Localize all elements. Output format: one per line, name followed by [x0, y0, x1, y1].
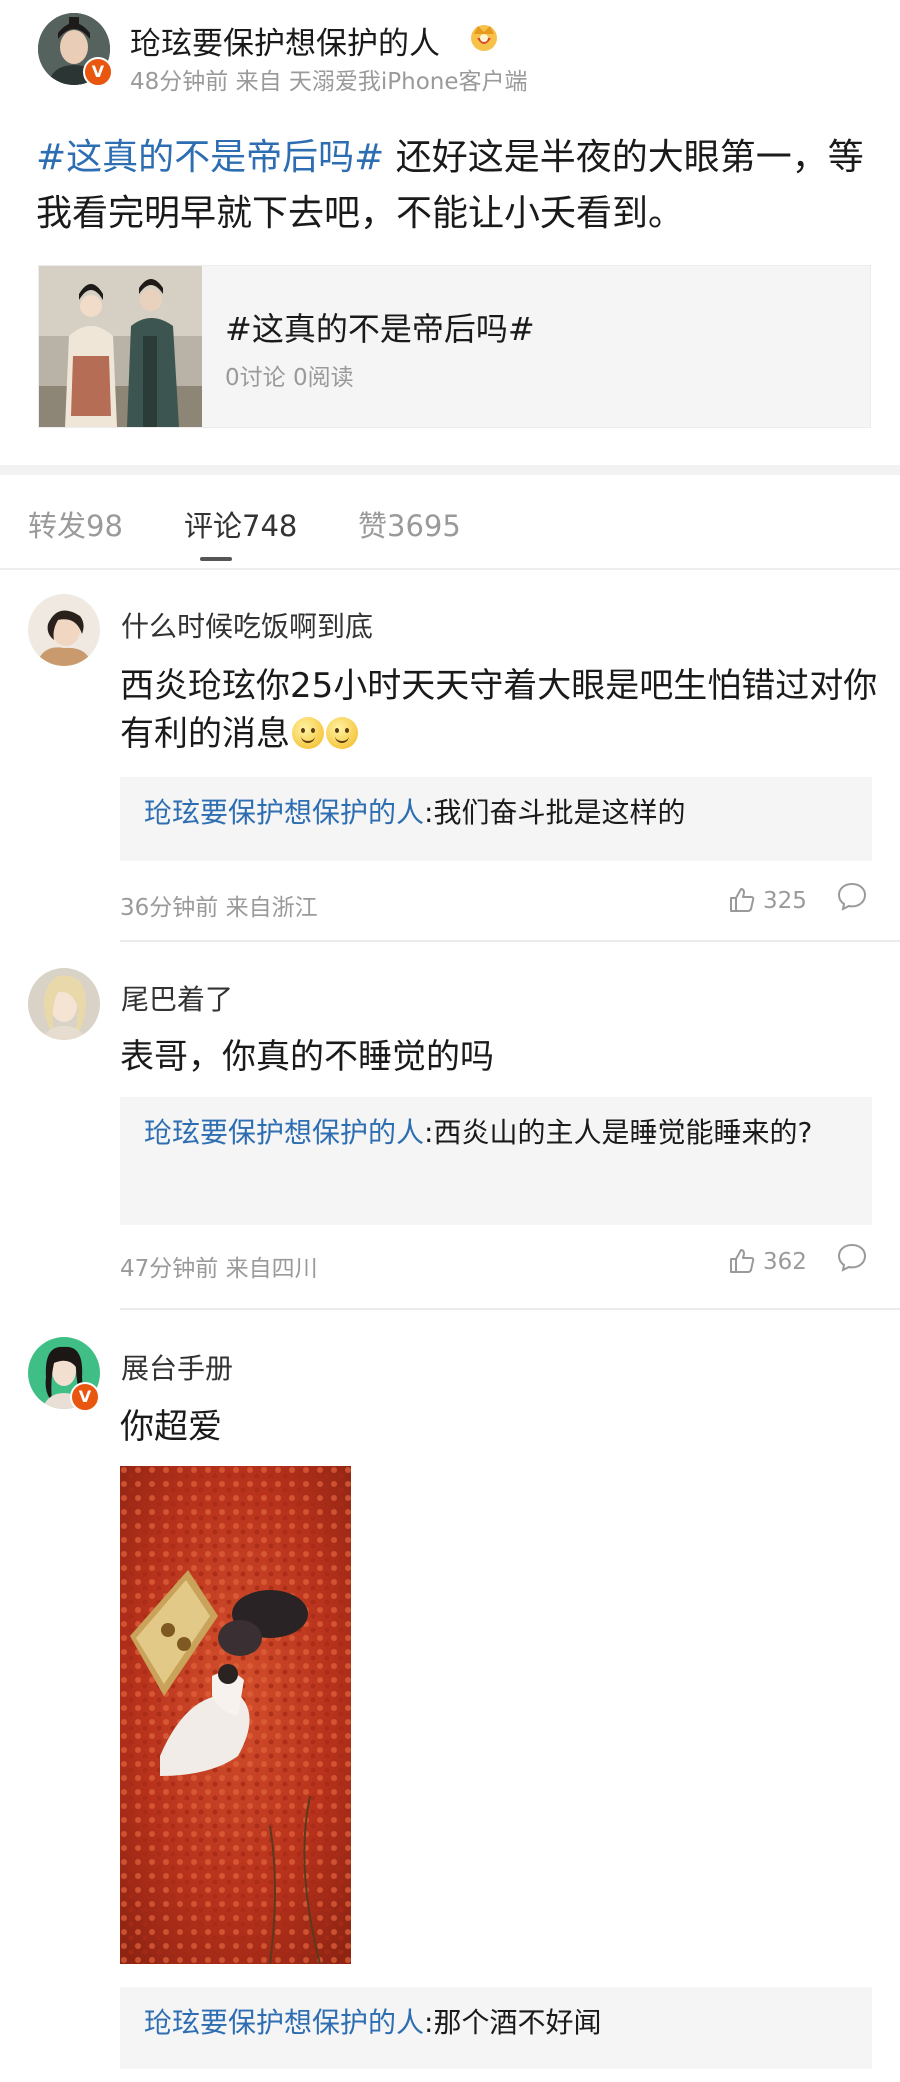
tab-likes[interactable]: 赞3695 — [358, 503, 461, 545]
comment-divider — [120, 940, 900, 942]
topic-stats: 0讨论 0阅读 — [225, 365, 354, 391]
section-separator — [0, 465, 900, 475]
reply-text: :我们奋斗批是这样的 — [424, 796, 686, 829]
comment-meta: 47分钟前 来自四川 — [120, 1256, 318, 1282]
reply-text: :西炎山的主人是睡觉能睡来的? — [424, 1116, 813, 1149]
post-body: #这真的不是帝后吗# 还好这是半夜的大眼第一，等我看完明早就下去吧，不能让小夭看… — [36, 130, 876, 242]
tab-reposts[interactable]: 转发98 — [28, 503, 123, 545]
reply-box[interactable]: 玱玹要保护想保护的人:那个酒不好闻 — [120, 1987, 872, 2069]
topic-card[interactable]: #这真的不是帝后吗# 0讨论 0阅读 — [38, 265, 871, 428]
reply-author-link[interactable]: 玱玹要保护想保护的人 — [144, 796, 424, 829]
comment-text: 西炎玱玹你25小时天天守着大眼是吧生怕错过对你有利的消息 — [120, 666, 878, 754]
reply-text: :那个酒不好闻 — [424, 2006, 602, 2039]
comment-bubble-icon[interactable] — [836, 880, 868, 912]
like-count: 325 — [763, 888, 807, 914]
post-hashtag-link[interactable]: #这真的不是帝后吗# — [36, 137, 384, 178]
comment-avatar[interactable] — [28, 968, 100, 1040]
like-button[interactable]: 362 — [728, 1245, 808, 1279]
verified-badge-icon: V — [83, 57, 113, 87]
comment-author-name[interactable]: 什么时候吃饭啊到底 — [121, 605, 373, 645]
like-button[interactable]: 325 — [728, 884, 808, 918]
crown-icon — [468, 20, 500, 52]
reply-author-link[interactable]: 玱玹要保护想保护的人 — [144, 1116, 424, 1149]
smile-emoji-icon — [292, 717, 324, 749]
active-tab-indicator — [200, 557, 232, 561]
thumbs-up-icon — [730, 888, 755, 912]
verified-badge-icon: V — [70, 1382, 100, 1412]
comment-bubble-icon[interactable] — [836, 1241, 868, 1273]
comment-text: 表哥，你真的不睡觉的吗 — [120, 1037, 494, 1077]
comment-avatar[interactable] — [28, 594, 100, 666]
topic-title: #这真的不是帝后吗# — [225, 310, 535, 348]
reply-box[interactable]: 玱玹要保护想保护的人:西炎山的主人是睡觉能睡来的? — [120, 1097, 872, 1225]
comment-author-name[interactable]: 尾巴着了 — [121, 978, 233, 1018]
comment-author-name[interactable]: 展台手册 — [121, 1347, 233, 1387]
thumbs-up-icon — [730, 1249, 755, 1273]
post-meta: 48分钟前 来自 天溺爱我iPhone客户端 — [130, 69, 528, 95]
post-author-name[interactable]: 玱玹要保护想保护的人 — [130, 18, 440, 63]
comment-meta: 36分钟前 来自浙江 — [120, 895, 318, 921]
comment-text: 你超爱 — [120, 1407, 222, 1447]
reply-box[interactable]: 玱玹要保护想保护的人:我们奋斗批是这样的 — [120, 777, 872, 861]
like-count: 362 — [763, 1249, 807, 1275]
comment-image[interactable] — [120, 1466, 351, 1964]
comment-divider — [120, 1308, 900, 1310]
tabs-divider — [0, 568, 900, 570]
reply-author-link[interactable]: 玱玹要保护想保护的人 — [144, 2006, 424, 2039]
smile-emoji-icon — [326, 717, 358, 749]
tab-comments[interactable]: 评论748 — [184, 503, 297, 545]
topic-thumbnail — [39, 266, 202, 427]
